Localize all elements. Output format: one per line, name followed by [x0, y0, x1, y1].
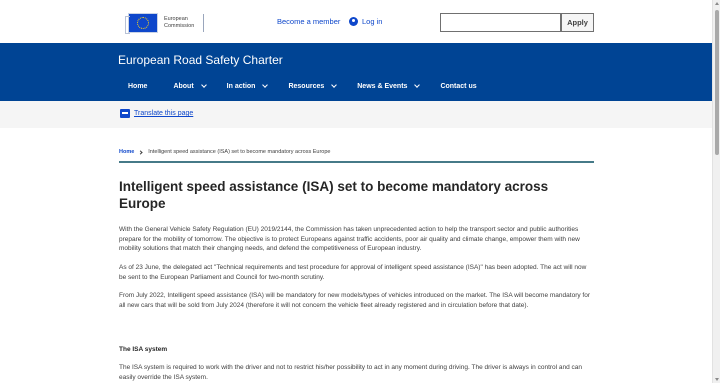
page: European Commission Become a member Log …	[0, 0, 712, 383]
login-label: Log in	[362, 17, 383, 26]
nav-item-label: About	[173, 83, 194, 90]
site-title[interactable]: European Road Safety Charter	[118, 53, 283, 67]
nav-item-about[interactable]: About	[173, 82, 207, 90]
vertical-scrollbar[interactable]	[712, 0, 720, 383]
article-paragraph: With the General Vehicle Safety Regulati…	[119, 226, 580, 252]
nav-item-label: In action	[226, 83, 256, 90]
logo-text-line1: European	[164, 16, 188, 22]
user-icon	[349, 17, 358, 26]
article-paragraph: From July 2022, Intelligent speed assist…	[119, 292, 590, 309]
breadcrumb-divider	[119, 161, 594, 163]
nav-item-in-action[interactable]: In action	[226, 82, 269, 90]
translate-bar: Translate this page	[0, 101, 712, 128]
translate-icon	[120, 109, 130, 118]
translate-label: Translate this page	[134, 110, 194, 117]
translate-page-link[interactable]: Translate this page	[120, 109, 193, 118]
chevron-down-icon	[414, 82, 421, 88]
breadcrumb-home-link[interactable]: Home	[119, 149, 134, 155]
top-utility-bar: European Commission Become a member Log …	[0, 0, 712, 43]
breadcrumb: Home Intelligent speed assistance (ISA) …	[119, 149, 331, 155]
breadcrumb-current: Intelligent speed assistance (ISA) set t…	[148, 149, 331, 155]
nav-item-contact-us[interactable]: Contact us	[440, 83, 476, 90]
page-title: Intelligent speed assistance (ISA) set t…	[119, 179, 549, 211]
site-header: European Road Safety Charter Home About …	[0, 43, 712, 101]
chevron-right-icon	[138, 149, 143, 155]
european-commission-logo[interactable]: European Commission	[125, 12, 204, 34]
login-link[interactable]: Log in	[349, 17, 382, 26]
logo-text-line2: Commission	[164, 23, 195, 29]
nav-item-label: Home	[128, 83, 148, 90]
nav-item-resources[interactable]: Resources	[288, 82, 338, 90]
scroll-down-icon[interactable]	[715, 378, 719, 381]
chevron-down-icon	[200, 82, 207, 88]
nav-item-news-events[interactable]: News & Events	[357, 82, 421, 90]
search-input[interactable]	[440, 13, 561, 32]
nav-item-label: Contact us	[440, 83, 477, 90]
chevron-down-icon	[331, 82, 338, 88]
become-member-link[interactable]: Become a member	[277, 17, 340, 26]
main-navigation: Home About In action Resources News & Ev…	[128, 82, 477, 90]
logo-divider	[203, 14, 204, 32]
apply-button[interactable]: Apply	[561, 13, 594, 32]
nav-item-home[interactable]: Home	[128, 83, 147, 90]
nav-item-label: Resources	[288, 83, 325, 90]
article-paragraph: As of 23 June, the delegated act "Techni…	[119, 264, 587, 281]
logo-text: European Commission	[164, 16, 194, 30]
section-heading: The ISA system	[119, 346, 168, 353]
article-paragraph: The ISA system is required to work with …	[119, 364, 583, 381]
chevron-down-icon	[262, 82, 269, 88]
scroll-up-icon[interactable]	[715, 2, 719, 5]
eu-flag-icon	[125, 13, 158, 34]
scrollbar-thumb[interactable]	[715, 10, 719, 155]
nav-item-label: News & Events	[357, 83, 408, 90]
